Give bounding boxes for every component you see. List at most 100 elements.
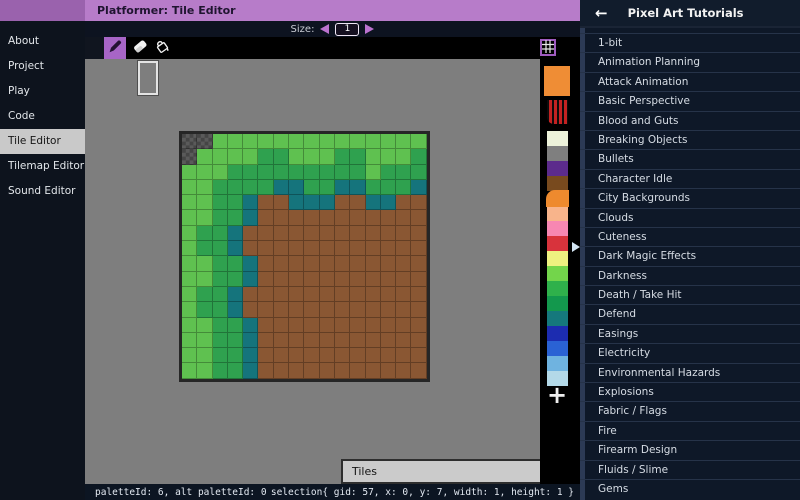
tile-cell[interactable]: [350, 302, 366, 318]
tile-cell[interactable]: [258, 210, 274, 226]
tile-cell[interactable]: [396, 210, 412, 226]
tile-cell[interactable]: [273, 134, 290, 150]
tile-cell[interactable]: [243, 225, 259, 242]
tile-cell[interactable]: [258, 195, 274, 211]
tile-cell[interactable]: [243, 210, 259, 226]
tile-cell[interactable]: [380, 363, 397, 379]
tile-cell[interactable]: [380, 317, 397, 333]
tile-cell[interactable]: [182, 195, 198, 211]
current-color-swatch[interactable]: [544, 66, 570, 96]
tile-cell[interactable]: [365, 348, 381, 364]
tile-cell[interactable]: [273, 210, 290, 226]
tile-cell[interactable]: [350, 134, 366, 150]
tile-cell[interactable]: [396, 317, 412, 333]
tile-cell[interactable]: [227, 286, 244, 303]
tile-cell[interactable]: [380, 348, 397, 364]
tile-cell[interactable]: [334, 164, 351, 180]
tile-cell[interactable]: [289, 271, 305, 287]
tile-cell[interactable]: [243, 149, 259, 165]
tile-cell[interactable]: [365, 134, 381, 150]
tile-cell[interactable]: [411, 225, 427, 242]
tile-cell[interactable]: [212, 317, 228, 333]
tutorial-item-dark-magic-effects[interactable]: Dark Magic Effects: [580, 246, 800, 265]
tile-cell[interactable]: [319, 363, 335, 379]
tutorial-item-fire[interactable]: Fire: [580, 420, 800, 440]
tile-cell[interactable]: [334, 302, 351, 318]
size-increase-arrow[interactable]: [365, 24, 375, 34]
tile-cell[interactable]: [350, 195, 366, 211]
tile-cell[interactable]: [289, 164, 305, 180]
tile-cell[interactable]: [197, 286, 213, 303]
palette-swatch-15[interactable]: [547, 356, 568, 371]
tile-cell[interactable]: [380, 241, 397, 257]
tutorial-item-animation-planning[interactable]: Animation Planning: [580, 52, 800, 71]
pencil-tool-button[interactable]: [104, 37, 126, 59]
tile-cell[interactable]: [365, 302, 381, 318]
tile-cell[interactable]: [289, 134, 305, 150]
sidebar-item-code[interactable]: Code: [0, 104, 85, 129]
palette-swatch-9[interactable]: [547, 266, 568, 281]
tile-cell[interactable]: [396, 286, 412, 303]
tutorial-item-city-backgrounds[interactable]: City Backgrounds: [580, 188, 800, 207]
grid-toggle-button[interactable]: [540, 39, 556, 56]
tile-cell[interactable]: [319, 302, 335, 318]
tile-cell[interactable]: [182, 134, 198, 150]
tile-cell[interactable]: [212, 363, 228, 379]
tile-cell[interactable]: [350, 286, 366, 303]
tutorial-item-environmental-hazards[interactable]: Environmental Hazards: [580, 362, 800, 382]
tile-cell[interactable]: [197, 149, 213, 165]
tile-cell[interactable]: [273, 241, 290, 257]
tile-cell[interactable]: [365, 225, 381, 242]
tile-cell[interactable]: [319, 348, 335, 364]
tile-cell[interactable]: [243, 256, 259, 272]
tile-cell[interactable]: [350, 256, 366, 272]
tile-cell[interactable]: [365, 332, 381, 349]
tile-cell[interactable]: [365, 210, 381, 226]
tile-cell[interactable]: [197, 271, 213, 287]
tile-cell[interactable]: [334, 149, 351, 165]
palette-swatch-13[interactable]: [547, 326, 568, 341]
tile-cell[interactable]: [197, 241, 213, 257]
palette-swatch-1[interactable]: [547, 146, 568, 161]
tile-cell[interactable]: [227, 332, 244, 349]
tile-cell[interactable]: [411, 271, 427, 287]
tile-cell[interactable]: [258, 302, 274, 318]
tile-cell[interactable]: [289, 195, 305, 211]
tile-cell[interactable]: [182, 302, 198, 318]
tile-cell[interactable]: [289, 225, 305, 242]
tile-cell[interactable]: [334, 286, 351, 303]
tile-cell[interactable]: [365, 317, 381, 333]
tile-cell[interactable]: [243, 317, 259, 333]
tile-cell[interactable]: [243, 134, 259, 150]
panel-collapse-arrow-icon[interactable]: [572, 242, 580, 252]
sidebar-item-project[interactable]: Project: [0, 54, 85, 79]
tutorial-item-easings[interactable]: Easings: [580, 323, 800, 343]
tile-cell[interactable]: [258, 286, 274, 303]
tile-cell[interactable]: [258, 134, 274, 150]
tile-cell[interactable]: [227, 241, 244, 257]
tile-cell[interactable]: [396, 149, 412, 165]
tile-cell[interactable]: [258, 179, 274, 196]
tile-cell[interactable]: [304, 241, 320, 257]
tile-cell[interactable]: [243, 241, 259, 257]
tile-cell[interactable]: [258, 149, 274, 165]
size-decrease-arrow[interactable]: [320, 24, 330, 34]
tile-cell[interactable]: [396, 363, 412, 379]
tile-cell[interactable]: [334, 210, 351, 226]
tile-cell[interactable]: [380, 210, 397, 226]
sidebar-item-about[interactable]: About: [0, 29, 85, 54]
tile-cell[interactable]: [197, 210, 213, 226]
sidebar-item-play[interactable]: Play: [0, 79, 85, 104]
palette-swatch-6[interactable]: [547, 221, 568, 236]
tile-cell[interactable]: [304, 195, 320, 211]
tile-cell[interactable]: [289, 256, 305, 272]
tile-cell[interactable]: [182, 332, 198, 349]
tutorial-item-blood-and-guts[interactable]: Blood and Guts: [580, 110, 800, 130]
tile-cell[interactable]: [350, 317, 366, 333]
tutorial-item-gems[interactable]: Gems: [580, 478, 800, 498]
tile-cell[interactable]: [197, 256, 213, 272]
tile-grid[interactable]: [179, 131, 430, 382]
tile-cell[interactable]: [304, 302, 320, 318]
tile-cell[interactable]: [289, 302, 305, 318]
tutorial-item-firearm-design[interactable]: Firearm Design: [580, 440, 800, 459]
